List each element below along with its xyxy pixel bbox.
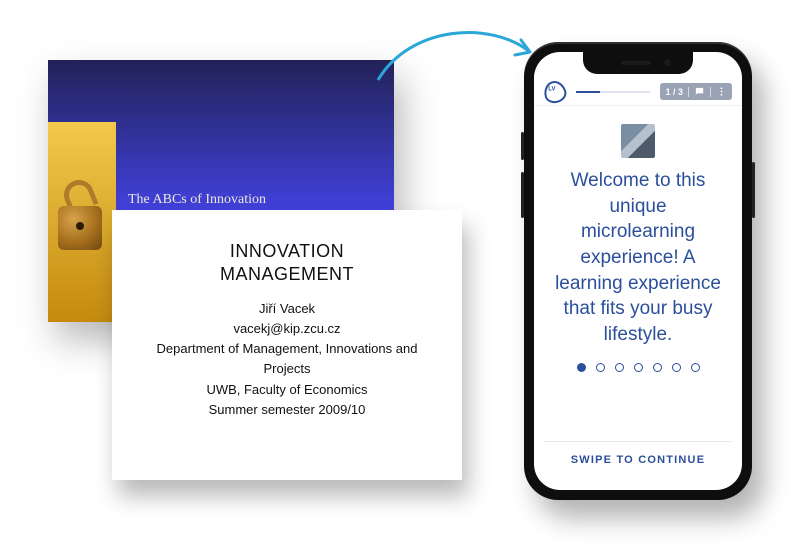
slide-term: Summer semester 2009/10	[134, 400, 440, 420]
phone-side-button	[521, 132, 524, 160]
slide-front: INNOVATION MANAGEMENT Jiří Vacek vacekj@…	[112, 210, 462, 480]
page-dot[interactable]	[653, 363, 662, 372]
slide-email: vacekj@kip.zcu.cz	[134, 319, 440, 339]
page-dot[interactable]	[672, 363, 681, 372]
phone-screen: 1 / 3 Welcome to this unique microlearni…	[534, 52, 742, 490]
chip-separator	[688, 87, 689, 97]
phone-side-button	[521, 172, 524, 218]
chip-separator	[710, 87, 711, 97]
slide-author: Jiří Vacek	[134, 299, 440, 319]
comment-icon[interactable]	[694, 86, 705, 97]
lesson-thumbnail	[621, 124, 655, 158]
page-dot[interactable]	[596, 363, 605, 372]
title-line-2: MANAGEMENT	[220, 264, 354, 284]
slide-institution: UWB, Faculty of Economics	[134, 380, 440, 400]
page-dot[interactable]	[577, 363, 586, 372]
padlock-icon	[54, 180, 110, 260]
more-icon[interactable]	[716, 86, 727, 97]
page-dot[interactable]	[615, 363, 624, 372]
slide-department: Department of Management, Innovations an…	[134, 339, 440, 379]
page-indicator: 1 / 3	[665, 87, 683, 97]
slide-title: INNOVATION MANAGEMENT	[134, 240, 440, 285]
progress-bar	[576, 91, 650, 93]
topbar-chip: 1 / 3	[660, 83, 732, 100]
phone-side-button	[752, 162, 755, 218]
slide-back-title: The ABCs of Innovation	[128, 192, 266, 208]
page-dot[interactable]	[634, 363, 643, 372]
page-dot[interactable]	[691, 363, 700, 372]
phone-frame: 1 / 3 Welcome to this unique microlearni…	[524, 42, 752, 500]
app-logo-icon	[542, 78, 569, 105]
phone-notch	[583, 52, 693, 74]
title-line-1: INNOVATION	[230, 241, 344, 261]
topbar: 1 / 3	[534, 78, 742, 106]
welcome-text: Welcome to this unique microlearning exp…	[552, 168, 724, 347]
page-dots[interactable]	[552, 363, 724, 372]
swipe-to-continue[interactable]: SWIPE TO CONTINUE	[544, 441, 732, 480]
phone-content: Welcome to this unique microlearning exp…	[534, 112, 742, 490]
slide-stack: The ABCs of Innovation INNOVATION MANAGE…	[48, 60, 448, 480]
